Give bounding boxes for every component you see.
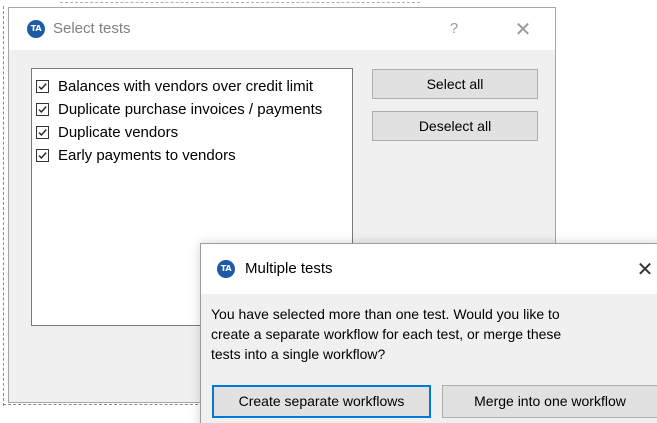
checkbox[interactable] bbox=[36, 126, 49, 139]
test-label: Duplicate vendors bbox=[58, 124, 179, 141]
message-line: tests into a single workflow? bbox=[211, 346, 386, 362]
checkbox[interactable] bbox=[36, 80, 49, 93]
checkmark-icon bbox=[38, 106, 47, 114]
selection-artifact-bottom bbox=[3, 404, 203, 405]
create-separate-workflows-button[interactable]: Create separate workflows bbox=[212, 385, 431, 418]
checkbox[interactable] bbox=[36, 103, 49, 116]
test-label: Early payments to vendors bbox=[58, 147, 236, 164]
select-tests-titlebar: TA Select tests ? ✕ bbox=[9, 8, 555, 50]
help-button[interactable]: ? bbox=[444, 18, 464, 40]
dialog-title: Multiple tests bbox=[245, 260, 333, 277]
ta-logo-icon: TA bbox=[217, 260, 235, 278]
window-title: Select tests bbox=[53, 20, 131, 37]
test-label: Balances with vendors over credit limit bbox=[58, 78, 314, 95]
multiple-tests-titlebar: TA Multiple tests ✕ bbox=[201, 244, 657, 294]
checkmark-icon bbox=[38, 129, 47, 137]
ta-logo-icon: TA bbox=[27, 20, 45, 38]
close-icon[interactable]: ✕ bbox=[509, 16, 537, 42]
close-icon[interactable]: ✕ bbox=[631, 256, 657, 282]
checkmark-icon bbox=[38, 152, 47, 160]
merge-into-one-workflow-button[interactable]: Merge into one workflow bbox=[442, 385, 657, 418]
screen: TA Select tests ? ✕ Balances with vendor… bbox=[0, 0, 657, 423]
selection-artifact-top bbox=[60, 2, 420, 3]
dialog-message: You have selected more than one test. Wo… bbox=[211, 304, 641, 364]
checkmark-icon bbox=[38, 83, 47, 91]
message-line: create a separate workflow for each test… bbox=[211, 326, 562, 342]
test-label: Duplicate purchase invoices / payments bbox=[58, 101, 323, 118]
checkbox[interactable] bbox=[36, 149, 49, 162]
selection-artifact-left bbox=[3, 6, 4, 406]
select-all-button[interactable]: Select all bbox=[372, 69, 538, 99]
message-line: You have selected more than one test. Wo… bbox=[211, 306, 560, 322]
deselect-all-button[interactable]: Deselect all bbox=[372, 111, 538, 141]
multiple-tests-dialog: TA Multiple tests ✕ You have selected mo… bbox=[200, 243, 657, 423]
